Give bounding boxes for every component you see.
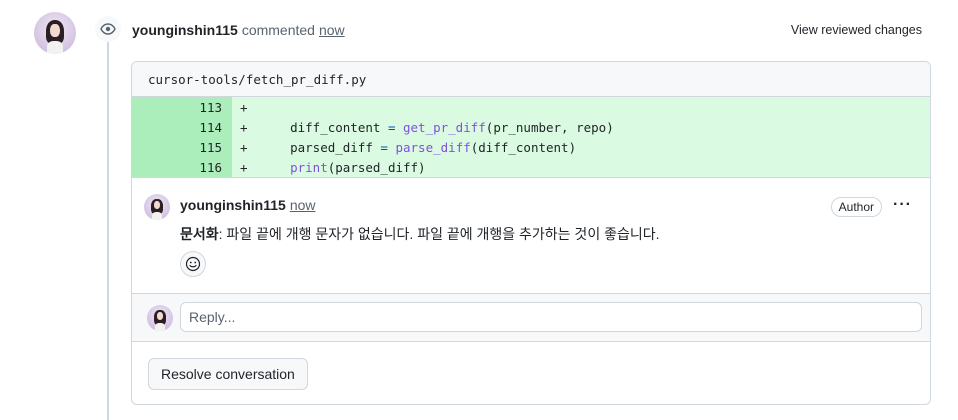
thread-footer: Resolve conversation <box>132 342 930 404</box>
diff-line: 113 + <box>132 97 930 117</box>
reply-avatar <box>147 305 173 331</box>
line-number[interactable]: 116 <box>132 157 232 177</box>
file-path[interactable]: cursor-tools/fetch_pr_diff.py <box>132 62 930 97</box>
code-line: + print(parsed_diff) <box>232 157 930 177</box>
diff-line: 115 + parsed_diff = parse_diff(diff_conte… <box>132 137 930 157</box>
diff-line: 114 + diff_content = get_pr_diff(pr_numbe… <box>132 117 930 137</box>
review-comment: younginshin115 now Author ··· 문서화: 파일 끝에… <box>132 178 930 294</box>
code-line: + <box>232 97 930 117</box>
code-text: print(parsed_diff) <box>290 159 426 175</box>
reply-input[interactable] <box>180 302 922 332</box>
line-number[interactable]: 114 <box>132 117 232 137</box>
line-number[interactable]: 115 <box>132 137 232 157</box>
comment-body-text: : 파일 끝에 개행 문자가 없습니다. 파일 끝에 개행을 추가하는 것이 좋… <box>218 226 660 242</box>
avatar-figure <box>45 19 65 54</box>
diff-line: 116 + print(parsed_diff) <box>132 157 930 177</box>
view-reviewed-changes-link[interactable]: View reviewed changes <box>791 23 922 37</box>
eye-icon <box>95 16 121 42</box>
line-number[interactable]: 113 <box>132 97 232 117</box>
comment-timestamp[interactable]: now <box>290 197 316 213</box>
code-line: + parsed_diff = parse_diff(diff_content) <box>232 137 930 157</box>
addition-marker: + <box>240 99 248 115</box>
timeline-line <box>107 40 109 420</box>
addition-marker: + <box>240 159 248 175</box>
avatar[interactable] <box>34 12 76 54</box>
smiley-icon[interactable] <box>180 251 206 277</box>
reply-row <box>132 294 930 342</box>
comment-body: 문서화: 파일 끝에 개행 문자가 없습니다. 파일 끝에 개행을 추가하는 것… <box>180 224 660 244</box>
comment-header: younginshin115 now <box>180 197 316 213</box>
resolve-conversation-button[interactable]: Resolve conversation <box>148 358 308 390</box>
code-text: parsed_diff = parse_diff(diff_content) <box>260 139 577 155</box>
timestamp-link[interactable]: now <box>319 22 345 38</box>
code-text: diff_content = get_pr_diff(pr_number, re… <box>260 119 614 135</box>
comment-author[interactable]: younginshin115 <box>180 197 286 213</box>
addition-marker: + <box>240 139 248 155</box>
addition-marker: + <box>240 119 248 135</box>
commenter-username[interactable]: younginshin115 <box>132 22 238 38</box>
diff-hunk: 113 +114 + diff_content = get_pr_diff(pr_n… <box>132 97 930 178</box>
kebab-horizontal-icon[interactable]: ··· <box>893 196 912 214</box>
code-line: + diff_content = get_pr_diff(pr_number, … <box>232 117 930 137</box>
author-badge: Author <box>830 197 882 217</box>
action-text: commented <box>241 22 315 38</box>
comment-body-prefix: 문서화 <box>180 226 219 242</box>
comment-avatar[interactable] <box>144 194 170 220</box>
timeline-header: younginshin115 commented now <box>132 22 345 38</box>
review-thread-card: cursor-tools/fetch_pr_diff.py 113 +114 + d… <box>131 61 931 405</box>
